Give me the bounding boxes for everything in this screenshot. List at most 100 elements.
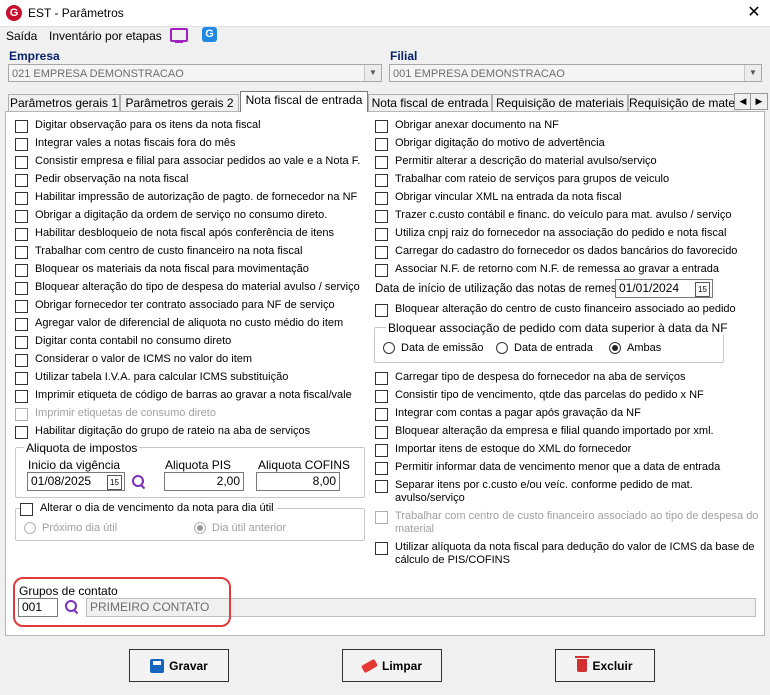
chevron-down-icon[interactable]: ▼ bbox=[364, 65, 381, 81]
checkbox-box[interactable] bbox=[375, 511, 388, 524]
tab-requisicao-materi[interactable]: Requisição de materi bbox=[628, 94, 738, 111]
checkbox-box[interactable] bbox=[375, 192, 388, 205]
checkbox-row[interactable]: Pedir observação na nota fiscal bbox=[15, 173, 188, 187]
checkbox-row[interactable]: Bloquear alteração do tipo de despesa do… bbox=[15, 281, 360, 295]
bloq-cc-checkbox[interactable]: Bloquear alteração do centro de custo fi… bbox=[375, 303, 736, 317]
checkbox-box[interactable] bbox=[375, 228, 388, 241]
checkbox-box[interactable] bbox=[375, 444, 388, 457]
g-app-icon[interactable]: G bbox=[202, 27, 217, 42]
chevron-down-icon[interactable]: ▼ bbox=[744, 65, 761, 81]
checkbox-row[interactable]: Digitar conta contabil no consumo direto bbox=[15, 335, 231, 349]
checkbox-row[interactable]: Separar itens por c.custo e/ou veíc. con… bbox=[375, 479, 760, 505]
checkbox-box[interactable] bbox=[15, 390, 28, 403]
radio-data-entrada[interactable]: Data de entrada bbox=[496, 342, 593, 354]
checkbox-box[interactable] bbox=[15, 426, 28, 439]
checkbox-box[interactable] bbox=[375, 390, 388, 403]
checkbox-box[interactable] bbox=[375, 210, 388, 223]
radio-dot[interactable] bbox=[383, 342, 395, 354]
pis-input[interactable]: 2,00 bbox=[164, 472, 244, 491]
checkbox-box[interactable] bbox=[15, 210, 28, 223]
tab-scroll-right-icon[interactable]: ▶ bbox=[750, 93, 768, 110]
checkbox-box[interactable] bbox=[15, 138, 28, 151]
tab-parametros-gerais-1[interactable]: Parâmetros gerais 1 bbox=[8, 94, 120, 111]
checkbox-box[interactable] bbox=[375, 174, 388, 187]
monitor-icon[interactable] bbox=[170, 28, 188, 43]
empresa-combo[interactable]: 021 EMPRESA DEMONSTRACAO ▼ bbox=[8, 64, 382, 82]
checkbox-box[interactable] bbox=[15, 174, 28, 187]
checkbox-row[interactable]: Obrigar vincular XML na entrada da nota … bbox=[375, 191, 621, 205]
radio-dia-util-anterior[interactable]: Dia útil anterior bbox=[194, 522, 286, 534]
checkbox-row[interactable]: Utilizar alíquota da nota fiscal para de… bbox=[375, 541, 760, 567]
checkbox-box[interactable] bbox=[15, 372, 28, 385]
checkbox-box[interactable] bbox=[15, 318, 28, 331]
limpar-button[interactable]: Limpar bbox=[342, 649, 442, 682]
checkbox-box[interactable] bbox=[375, 246, 388, 259]
checkbox-row[interactable]: Imprimir etiquetas de consumo direto bbox=[15, 407, 216, 421]
menu-saida[interactable]: Saída bbox=[6, 29, 37, 43]
menu-inventario[interactable]: Inventário por etapas bbox=[49, 29, 162, 43]
radio-ambas[interactable]: Ambas bbox=[609, 342, 661, 354]
checkbox-row[interactable]: Habilitar desbloqueio de nota fiscal apó… bbox=[15, 227, 334, 241]
search-icon[interactable] bbox=[131, 474, 147, 490]
vigencia-date-input[interactable]: 01/08/2025 15 bbox=[27, 472, 125, 491]
checkbox-row[interactable]: Obrigar fornecedor ter contrato associad… bbox=[15, 299, 335, 313]
checkbox-box[interactable] bbox=[15, 156, 28, 169]
cofins-input[interactable]: 8,00 bbox=[256, 472, 340, 491]
calendar-icon[interactable]: 15 bbox=[695, 282, 710, 297]
checkbox-row[interactable]: Trabalhar com centro de custo financeiro… bbox=[15, 245, 302, 259]
checkbox-box[interactable] bbox=[15, 264, 28, 277]
tab-requisicao-materiais[interactable]: Requisição de materiais bbox=[492, 94, 628, 111]
checkbox-box[interactable] bbox=[375, 408, 388, 421]
checkbox-box[interactable] bbox=[375, 156, 388, 169]
radio-dot[interactable] bbox=[194, 522, 206, 534]
checkbox-row[interactable]: Agregar valor de diferencial de aliquota… bbox=[15, 317, 343, 331]
checkbox-row[interactable]: Digitar observação para os itens da nota… bbox=[15, 119, 261, 133]
checkbox-row[interactable]: Permitir informar data de vencimento men… bbox=[375, 461, 720, 475]
checkbox-row[interactable]: Trazer c.custo contábil e financ. do veí… bbox=[375, 209, 731, 223]
checkbox-row[interactable]: Integrar vales a notas fiscais fora do m… bbox=[15, 137, 236, 151]
remessa-date-input[interactable]: 01/01/2024 15 bbox=[615, 279, 713, 298]
checkbox-row[interactable]: Obrigar anexar documento na NF bbox=[375, 119, 559, 133]
checkbox-box[interactable] bbox=[15, 192, 28, 205]
checkbox-row[interactable]: Bloquear alteração da empresa e filial q… bbox=[375, 425, 714, 439]
vencimento-checkbox[interactable]: Alterar o dia de vencimento da nota para… bbox=[20, 502, 277, 516]
checkbox-row[interactable]: Importar itens de estoque do XML do forn… bbox=[375, 443, 631, 457]
checkbox-box[interactable] bbox=[15, 120, 28, 133]
checkbox-box[interactable] bbox=[375, 426, 388, 439]
radio-data-emissao[interactable]: Data de emissão bbox=[383, 342, 484, 354]
checkbox-box[interactable] bbox=[15, 246, 28, 259]
radio-dot[interactable] bbox=[609, 342, 621, 354]
checkbox-row[interactable]: Carregar do cadastro do fornecedor os da… bbox=[375, 245, 737, 259]
checkbox-row[interactable]: Associar N.F. de retorno com N.F. de rem… bbox=[375, 263, 719, 277]
checkbox-row[interactable]: Utilizar tabela I.V.A. para calcular ICM… bbox=[15, 371, 288, 385]
checkbox-box[interactable] bbox=[20, 503, 33, 516]
checkbox-box[interactable] bbox=[375, 372, 388, 385]
checkbox-box[interactable] bbox=[375, 138, 388, 151]
checkbox-box[interactable] bbox=[15, 282, 28, 295]
checkbox-box[interactable] bbox=[15, 300, 28, 313]
checkbox-row[interactable]: Consistir tipo de vencimento, qtde das p… bbox=[375, 389, 704, 403]
checkbox-box[interactable] bbox=[375, 480, 388, 493]
gravar-button[interactable]: Gravar bbox=[129, 649, 229, 682]
checkbox-row[interactable]: Trabalhar com centro de custo financeiro… bbox=[375, 510, 760, 536]
checkbox-box[interactable] bbox=[375, 264, 388, 277]
checkbox-row[interactable]: Trabalhar com rateio de serviços para gr… bbox=[375, 173, 669, 187]
radio-dot[interactable] bbox=[24, 522, 36, 534]
checkbox-box[interactable] bbox=[15, 336, 28, 349]
filial-combo[interactable]: 001 EMPRESA DEMONSTRACAO ▼ bbox=[389, 64, 762, 82]
checkbox-row[interactable]: Imprimir etiqueta de código de barras ao… bbox=[15, 389, 352, 403]
calendar-icon[interactable]: 15 bbox=[107, 475, 122, 490]
checkbox-row[interactable]: Habilitar impressão de autorização de pa… bbox=[15, 191, 357, 205]
checkbox-row[interactable]: Utiliza cnpj raiz do fornecedor na assoc… bbox=[375, 227, 726, 241]
checkbox-row[interactable]: Bloquear os materiais da nota fiscal par… bbox=[15, 263, 309, 277]
checkbox-box[interactable] bbox=[375, 120, 388, 133]
checkbox-row[interactable]: Consistir empresa e filial para associar… bbox=[15, 155, 360, 169]
checkbox-row[interactable]: Habilitar digitação do grupo de rateio n… bbox=[15, 425, 310, 439]
checkbox-row[interactable]: Considerar o valor de ICMS no valor do i… bbox=[15, 353, 252, 367]
tab-nota-fiscal-entrada[interactable]: Nota fiscal de entrada bbox=[240, 91, 368, 112]
checkbox-box[interactable] bbox=[15, 228, 28, 241]
checkbox-box[interactable] bbox=[375, 462, 388, 475]
checkbox-row[interactable]: Carregar tipo de despesa do fornecedor n… bbox=[375, 371, 685, 385]
close-icon[interactable]: ✕ bbox=[744, 3, 764, 23]
checkbox-row[interactable]: Obrigar a digitação da ordem de serviço … bbox=[15, 209, 327, 223]
